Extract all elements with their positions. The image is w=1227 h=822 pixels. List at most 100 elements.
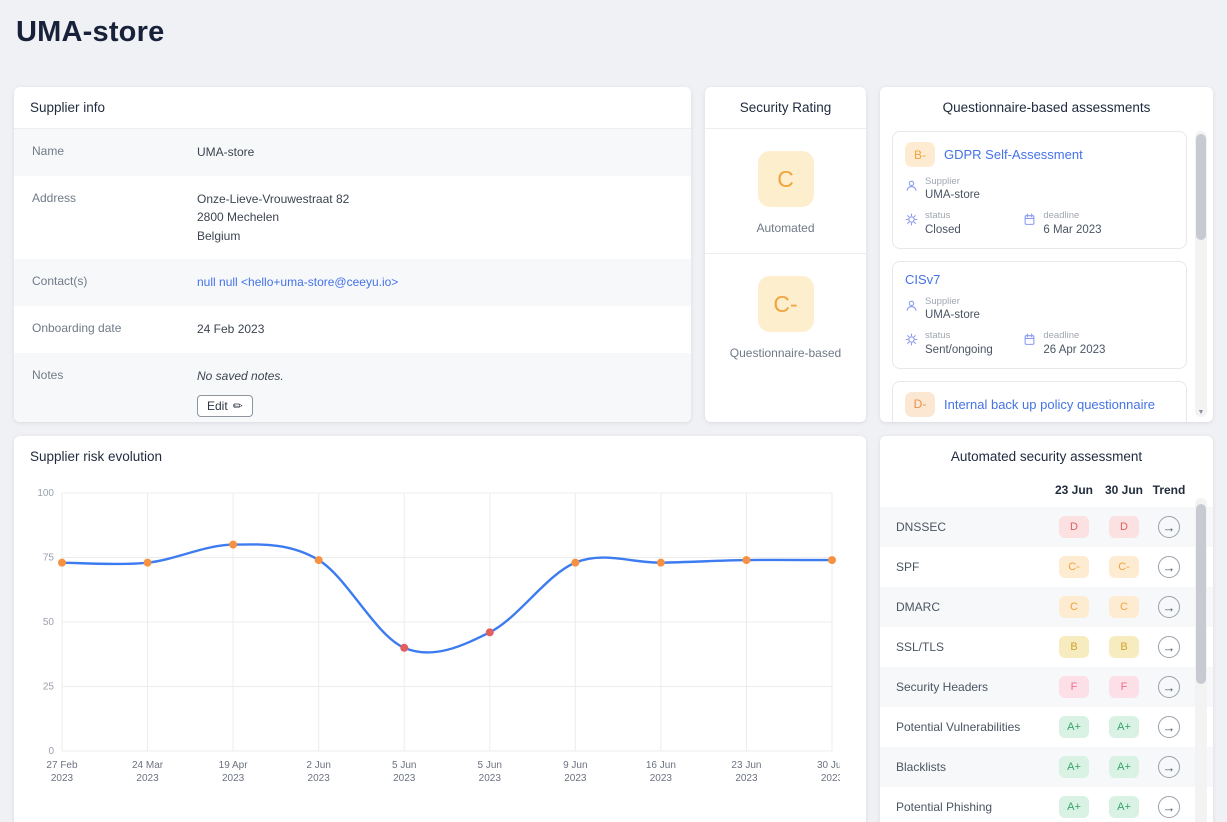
assessment-table-row: SSL/TLS B B → <box>880 627 1213 667</box>
grade-badge: B <box>1109 636 1139 658</box>
table-column-headers: 23 Jun 30 Jun Trend <box>880 477 1213 507</box>
contact-email-link[interactable]: null null <hello+uma-store@ceeyu.io> <box>197 275 398 289</box>
assessments-scrollbar-thumb[interactable] <box>1196 134 1206 240</box>
onboarding-label: Onboarding date <box>32 320 122 335</box>
svg-text:2023: 2023 <box>308 773 331 784</box>
page-title: UMA-store <box>16 16 165 48</box>
supplier-address-value: Onze-Lieve-Vrouwestraat 82 2800 Mechelen… <box>197 190 349 246</box>
assessment-name-link[interactable]: CISv7 <box>905 272 940 287</box>
grade-badge: B <box>1059 636 1089 658</box>
svg-text:2023: 2023 <box>564 773 587 784</box>
assessment-item: B- GDPR Self-Assessment Supplier UMA-store s… <box>892 131 1187 249</box>
onboarding-date-value: 24 Feb 2023 <box>197 321 265 336</box>
svg-text:75: 75 <box>43 553 55 564</box>
svg-text:2023: 2023 <box>51 773 74 784</box>
automated-assessment-card: Automated security assessment 23 Jun 30 … <box>880 436 1213 822</box>
svg-text:19 Apr: 19 Apr <box>219 760 249 771</box>
info-row-onboarding: Onboarding date 24 Feb 2023 <box>14 306 691 353</box>
assessment-table-row: Security Headers F F → <box>880 667 1213 707</box>
field-label: Supplier <box>925 295 960 307</box>
metric-name: Security Headers <box>896 680 989 694</box>
automated-rating-section: C Automated <box>705 129 866 253</box>
assessment-table-row: Potential Phishing A+ A+ → <box>880 787 1213 822</box>
assessment-grade-badge: D- <box>905 391 935 417</box>
grade-badge: C <box>1109 596 1139 618</box>
field-label: deadline <box>1043 210 1080 222</box>
calendar-icon <box>1023 330 1036 351</box>
automated-rating-badge: C <box>757 151 814 207</box>
status-gear-icon <box>905 210 918 231</box>
grade-badge: A+ <box>1059 796 1089 818</box>
grade-badge: C- <box>1109 556 1139 578</box>
assessment-table-row: Potential Vulnerabilities A+ A+ → <box>880 707 1213 747</box>
address-line: 2800 Mechelen <box>197 210 280 225</box>
table-scrollbar-thumb[interactable] <box>1196 504 1206 684</box>
address-label: Address <box>32 190 77 205</box>
svg-text:2023: 2023 <box>650 773 673 784</box>
assessment-grade-badge: B- <box>905 142 935 167</box>
metric-name: Blacklists <box>896 760 947 774</box>
grade-badge: A+ <box>1059 756 1089 778</box>
assessment-table-row: Blacklists A+ A+ → <box>880 747 1213 787</box>
svg-text:50: 50 <box>43 617 55 628</box>
field-value: UMA-store <box>925 309 980 322</box>
risk-evolution-title: Supplier risk evolution <box>30 449 163 464</box>
table-scrollbar[interactable] <box>1195 498 1207 822</box>
grade-badge: F <box>1109 676 1139 698</box>
risk-evolution-card: Supplier risk evolution 0 25 50 75 100 27 Feb… <box>14 436 866 822</box>
assessment-name-link[interactable]: GDPR Self-Assessment <box>944 147 1083 162</box>
column-header-trend: Trend <box>1152 483 1186 497</box>
field-value: 26 Apr 2023 <box>1043 343 1106 356</box>
trend-arrow-button[interactable]: → <box>1158 636 1180 658</box>
grade-badge: A+ <box>1109 716 1139 738</box>
grade-badge: A+ <box>1059 716 1089 738</box>
field-label: status <box>925 330 951 342</box>
questionnaire-assessments-title: Questionnaire-based assessments <box>942 100 1151 115</box>
field-value: UMA-store <box>925 189 980 202</box>
field-label: Supplier <box>925 176 960 187</box>
metric-name: SSL/TLS <box>896 640 945 654</box>
trend-arrow-button[interactable]: → <box>1158 516 1180 538</box>
assessment-item: CISv7 Supplier UMA-store status Sent/ongoing… <box>892 260 1187 369</box>
trend-arrow-button[interactable]: → <box>1158 756 1180 778</box>
pencil-icon: ✏ <box>232 399 243 414</box>
supplier-field: Supplier UMA-store <box>905 296 1023 321</box>
svg-text:9 Jun: 9 Jun <box>563 760 587 771</box>
assessment-table-row: DMARC C C → <box>880 587 1213 627</box>
assessment-name-link[interactable]: Internal back up policy questionnaire <box>944 397 1155 412</box>
person-icon <box>905 176 918 197</box>
assessments-scrollbar[interactable]: ▼ <box>1195 131 1207 417</box>
grade-badge: C <box>1059 596 1089 618</box>
scroll-down-arrow-icon[interactable]: ▼ <box>1195 409 1207 416</box>
grade-badge: C- <box>1059 556 1089 578</box>
info-row-address: Address Onze-Lieve-Vrouwestraat 82 2800 … <box>14 176 691 260</box>
trend-arrow-button[interactable]: → <box>1158 796 1180 818</box>
notes-placeholder: No saved notes. <box>197 368 284 383</box>
trend-arrow-button[interactable]: → <box>1158 676 1180 698</box>
status-gear-icon <box>905 330 918 351</box>
svg-text:100: 100 <box>37 488 54 499</box>
questionnaire-rating-section: C- Questionnaire-based <box>705 254 866 378</box>
edit-button-label: Edit <box>207 399 228 414</box>
security-rating-card: Security Rating C Automated C- Questionn… <box>705 87 866 422</box>
field-label: deadline <box>1043 330 1080 342</box>
info-row-contact: Contact(s) null null <hello+uma-store@ce… <box>14 259 691 306</box>
svg-text:5 Jun: 5 Jun <box>478 760 502 771</box>
edit-notes-button[interactable]: Edit ✏ <box>197 395 253 418</box>
contact-label: Contact(s) <box>32 274 88 289</box>
automated-assessment-title: Automated security assessment <box>950 449 1143 464</box>
security-rating-title: Security Rating <box>705 87 866 129</box>
trend-arrow-button[interactable]: → <box>1158 556 1180 578</box>
svg-text:2023: 2023 <box>222 773 245 784</box>
grade-badge: F <box>1059 676 1089 698</box>
trend-arrow-button[interactable]: → <box>1158 596 1180 618</box>
grade-badge: D <box>1059 516 1089 538</box>
supplier-name-value: UMA-store <box>197 145 255 159</box>
info-row-name: Name UMA-store <box>14 129 691 176</box>
trend-arrow-button[interactable]: → <box>1158 716 1180 738</box>
column-header-date1: 23 Jun <box>1054 483 1093 497</box>
status-field: status Sent/ongoing <box>905 330 1023 356</box>
field-value: 6 Mar 2023 <box>1043 223 1102 236</box>
svg-text:2023: 2023 <box>136 773 159 784</box>
questionnaire-rating-badge: C- <box>757 276 814 333</box>
